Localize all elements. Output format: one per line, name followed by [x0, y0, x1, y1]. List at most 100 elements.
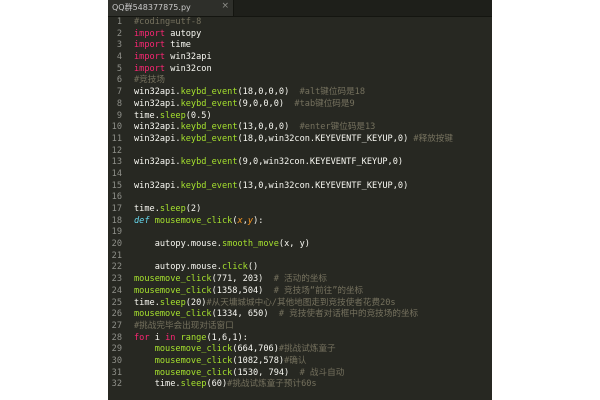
- code-line[interactable]: 18 def mousemove_click(x,y):: [108, 216, 492, 228]
- code-line[interactable]: 16: [108, 192, 492, 204]
- code-line[interactable]: 2 import autopy: [108, 29, 492, 41]
- line-text: win32api.keybd_event(9,0,win32con.KEYEVE…: [134, 157, 403, 169]
- code-token: (1530, 794): [232, 367, 300, 378]
- code-token: (13,0,0,0): [237, 122, 300, 133]
- code-token: time.: [134, 110, 160, 121]
- code-line[interactable]: 24 mousemove_click(1358,504) # 竞技场“前往”的坐标: [108, 286, 492, 298]
- line-text: import time: [134, 40, 191, 52]
- code-line[interactable]: 14: [108, 169, 492, 181]
- code-token: import: [134, 63, 166, 74]
- code-line[interactable]: 31 mousemove_click(1530, 794) # 战斗自动: [108, 368, 492, 380]
- code-token: (60): [206, 379, 228, 390]
- code-token: win32api.: [134, 180, 181, 191]
- code-token: (1334, 650): [211, 309, 279, 320]
- code-token: keybd_event: [180, 180, 238, 191]
- code-token: for: [134, 332, 150, 343]
- file-tab[interactable]: QQ群548377875.py ×: [108, 0, 234, 16]
- code-token: sleep: [159, 297, 186, 308]
- code-area[interactable]: 1 #coding=utf-8 2 import autopy 3 import time…: [108, 17, 492, 391]
- line-text: #竞技场: [134, 75, 165, 87]
- line-number: 2: [116, 28, 122, 39]
- line-text: mousemove_click(664,706)#挑战试炼童子: [134, 344, 336, 356]
- code-token: (1,6,1):: [206, 332, 248, 343]
- code-line[interactable]: 12: [108, 146, 492, 158]
- code-line[interactable]: 7 win32api.keybd_event(18,0,0,0) #alt键位码是…: [108, 87, 492, 99]
- line-number: 5: [116, 63, 122, 74]
- code-token: (771, 203): [211, 274, 274, 285]
- code-token: # 竞技使者对话框中的竞技场的坐标: [278, 309, 419, 320]
- line-number: 32: [111, 379, 122, 390]
- code-line[interactable]: 4 import win32api: [108, 52, 492, 64]
- line-number: 9: [116, 110, 122, 121]
- code-token: (18,0,0,0): [237, 87, 300, 98]
- code-line[interactable]: 21: [108, 251, 492, 263]
- code-token: (20): [185, 297, 207, 308]
- code-token: win32api.: [134, 122, 181, 133]
- line-text: mousemove_click(1082,578)#确认: [134, 355, 307, 368]
- code-line[interactable]: 30 mousemove_click(1082,578)#确认: [108, 356, 492, 368]
- code-token: mousemove_click: [154, 344, 233, 355]
- code-line[interactable]: 11 win32api.keybd_event(18,0,win32con.KEY…: [108, 134, 492, 146]
- code-line[interactable]: 17 time.sleep(2): [108, 204, 492, 216]
- code-line[interactable]: 15 win32api.keybd_event(13,0,win32con.KEY…: [108, 181, 492, 193]
- line-number: 28: [111, 332, 122, 343]
- code-token: (664,706): [232, 344, 279, 355]
- code-token: mousemove_click: [154, 215, 233, 226]
- code-line[interactable]: 27 #挑战完毕会出现对话窗口: [108, 321, 492, 333]
- line-text: time.sleep(2): [134, 204, 201, 216]
- tab-bar: QQ群548377875.py ×: [108, 0, 492, 17]
- code-token: (9,0,0,0): [237, 98, 295, 109]
- code-token: win32api.: [134, 87, 181, 98]
- code-line[interactable]: 22 autopy.mouse.click(): [108, 262, 492, 274]
- code-line[interactable]: 32 time.sleep(60)#挑战试炼童子预计60s: [108, 379, 492, 391]
- code-line[interactable]: 19: [108, 227, 492, 239]
- code-line[interactable]: 20 autopy.mouse.smooth_move(x, y): [108, 239, 492, 251]
- code-line[interactable]: 10 win32api.keybd_event(13,0,0,0) #enter键…: [108, 122, 492, 134]
- line-number: 27: [111, 320, 122, 331]
- code-line[interactable]: 28 for i in range(1,6,1):: [108, 333, 492, 345]
- line-text: mousemove_click(771, 203) # 活动的坐标: [134, 274, 327, 286]
- code-line[interactable]: 26 mousemove_click(1334, 650) # 竞技使者对话框中的…: [108, 309, 492, 321]
- code-token: #coding=utf-8: [134, 17, 202, 27]
- line-number: 24: [111, 285, 122, 296]
- code-line[interactable]: 3 import time: [108, 40, 492, 52]
- line-text: mousemove_click(1334, 650) # 竞技使者对话框中的竞技…: [134, 309, 418, 321]
- code-token: win32api: [165, 52, 212, 63]
- code-line[interactable]: 23 mousemove_click(771, 203) # 活动的坐标: [108, 274, 492, 286]
- code-token: time.: [134, 297, 160, 308]
- code-token: keybd_event: [180, 133, 238, 144]
- code-token: time.: [134, 204, 160, 214]
- line-text: time.sleep(60)#挑战试炼童子预计60s: [134, 379, 317, 391]
- code-token: autopy.mouse.: [134, 262, 222, 273]
- code-token: # 竞技场“前往”的坐标: [273, 285, 364, 296]
- code-line[interactable]: 9 time.sleep(0.5): [108, 111, 492, 123]
- code-token: #确认: [284, 355, 307, 366]
- code-line[interactable]: 1 #coding=utf-8: [108, 17, 492, 29]
- code-token: #挑战完毕会出现对话窗口: [134, 320, 234, 331]
- line-number: 13: [111, 157, 122, 168]
- code-line[interactable]: 25 time.sleep(20)#从天墉城城中心/其他地图走到竞技使者花费20s: [108, 298, 492, 310]
- code-line[interactable]: 6 #竞技场: [108, 75, 492, 87]
- code-token: mousemove_click: [134, 285, 212, 296]
- line-number: 29: [111, 344, 122, 355]
- code-token: sleep: [159, 204, 186, 214]
- code-token: autopy: [165, 28, 202, 39]
- close-icon[interactable]: ×: [221, 1, 229, 11]
- line-number: 17: [111, 204, 122, 214]
- code-token: time.: [134, 379, 181, 390]
- line-number: 14: [111, 168, 122, 179]
- code-token: mousemove_click: [134, 274, 212, 285]
- line-number: 20: [111, 239, 122, 250]
- code-line[interactable]: 13 win32api.keybd_event(9,0,win32con.KEYE…: [108, 157, 492, 169]
- code-token: keybd_event: [180, 157, 238, 168]
- code-token: sleep: [180, 379, 207, 390]
- code-line[interactable]: 8 win32api.keybd_event(9,0,0,0) #tab键位码是9: [108, 99, 492, 111]
- line-number: 1: [116, 17, 122, 27]
- code-line[interactable]: 5 import win32con: [108, 64, 492, 76]
- code-token: #竞技场: [134, 75, 165, 86]
- line-text: mousemove_click(1358,504) # 竞技场“前往”的坐标: [134, 286, 363, 298]
- code-token: # 战斗自动: [299, 367, 345, 378]
- code-token: (0.5): [185, 110, 212, 121]
- code-line[interactable]: 29 mousemove_click(664,706)#挑战试炼童子: [108, 344, 492, 356]
